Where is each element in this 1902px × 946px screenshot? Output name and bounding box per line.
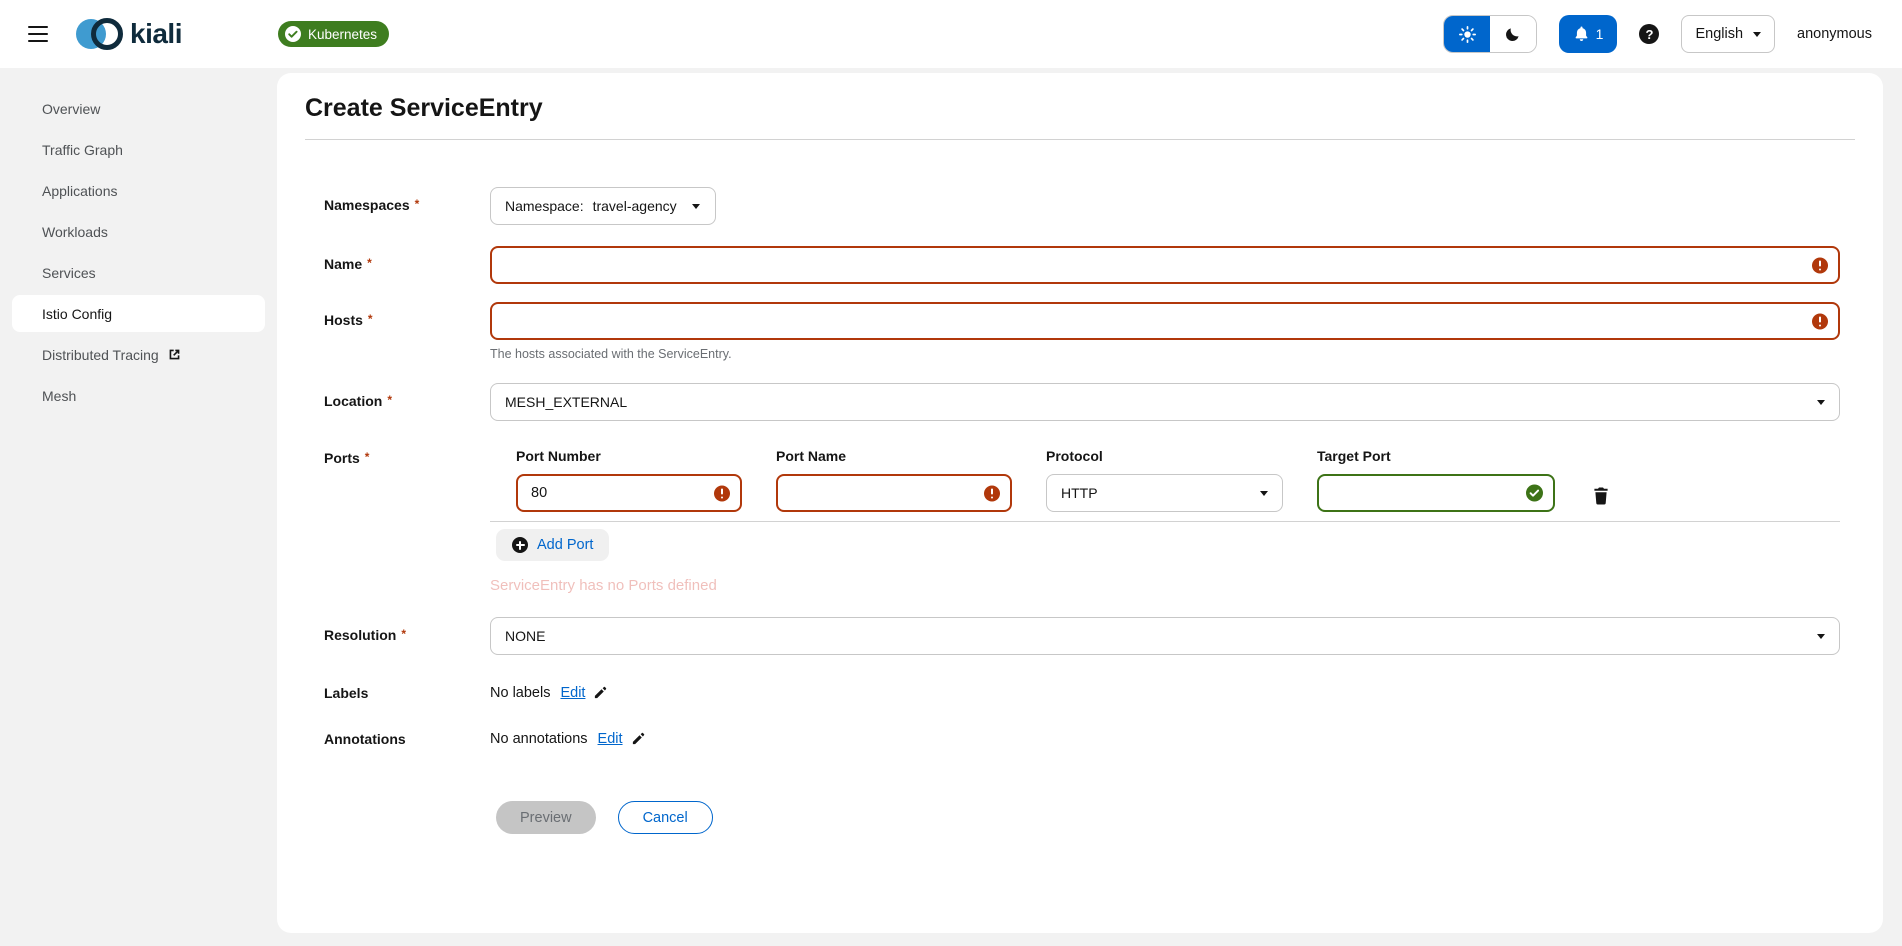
preview-button[interactable]: Preview bbox=[496, 801, 596, 834]
add-port-button[interactable]: Add Port bbox=[496, 529, 609, 561]
sidebar-item-mesh[interactable]: Mesh bbox=[12, 377, 265, 414]
ports-divider bbox=[490, 521, 1840, 522]
hamburger-menu-icon[interactable] bbox=[28, 26, 48, 42]
port-name-header: Port Name bbox=[776, 448, 1012, 464]
required-marker: * bbox=[367, 256, 372, 270]
sidebar-nav: Overview Traffic Graph Applications Work… bbox=[0, 68, 277, 946]
username: anonymous bbox=[1797, 26, 1872, 42]
required-marker: * bbox=[365, 450, 370, 464]
ports-empty-message: ServiceEntry has no Ports defined bbox=[490, 577, 1840, 594]
title-divider bbox=[305, 139, 1855, 140]
hosts-helper-text: The hosts associated with the ServiceEnt… bbox=[490, 347, 1840, 361]
resolution-select[interactable]: NONE bbox=[490, 617, 1840, 655]
caret-down-icon bbox=[1817, 634, 1825, 639]
dark-theme-button[interactable] bbox=[1490, 16, 1536, 52]
annotations-edit-link[interactable]: Edit bbox=[598, 731, 623, 747]
sidebar-item-distributed-tracing[interactable]: Distributed Tracing bbox=[12, 336, 265, 373]
ports-label: Ports* bbox=[324, 448, 490, 594]
labels-value: No labels bbox=[490, 685, 550, 701]
target-port-header: Target Port bbox=[1317, 448, 1555, 464]
name-label: Name* bbox=[324, 246, 490, 284]
notification-count: 1 bbox=[1596, 26, 1604, 42]
language-label: English bbox=[1695, 26, 1743, 42]
caret-down-icon bbox=[1817, 400, 1825, 405]
sidebar-item-applications[interactable]: Applications bbox=[12, 172, 265, 209]
namespaces-label: Namespaces* bbox=[324, 187, 490, 225]
external-link-icon bbox=[168, 348, 181, 361]
light-theme-button[interactable] bbox=[1444, 16, 1490, 52]
namespace-prefix: Namespace: bbox=[505, 198, 584, 214]
pencil-icon bbox=[593, 685, 608, 700]
sidebar-item-services[interactable]: Services bbox=[12, 254, 265, 291]
check-circle-icon bbox=[285, 26, 301, 42]
exclamation-circle-icon bbox=[1811, 313, 1828, 330]
location-select[interactable]: MESH_EXTERNAL bbox=[490, 383, 1840, 421]
sidebar-item-workloads[interactable]: Workloads bbox=[12, 213, 265, 250]
required-marker: * bbox=[401, 627, 406, 641]
target-port-input[interactable] bbox=[1317, 474, 1555, 512]
cancel-button[interactable]: Cancel bbox=[618, 801, 713, 834]
resolution-value: NONE bbox=[505, 628, 545, 644]
create-serviceentry-card: Create ServiceEntry Namespaces* Namespac… bbox=[277, 73, 1883, 933]
hosts-label: Hosts* bbox=[324, 302, 490, 361]
name-input[interactable] bbox=[490, 246, 1840, 284]
location-label: Location* bbox=[324, 383, 490, 421]
notifications-button[interactable]: 1 bbox=[1559, 15, 1617, 53]
bell-icon bbox=[1574, 26, 1589, 42]
labels-label: Labels bbox=[324, 684, 490, 701]
annotations-value: No annotations bbox=[490, 731, 588, 747]
required-marker: * bbox=[387, 393, 392, 407]
trash-icon bbox=[1593, 487, 1609, 505]
namespace-value: travel-agency bbox=[593, 198, 677, 214]
sidebar-item-traffic-graph[interactable]: Traffic Graph bbox=[12, 131, 265, 168]
plus-circle-icon bbox=[512, 537, 528, 553]
caret-down-icon bbox=[1260, 491, 1268, 496]
caret-down-icon bbox=[692, 204, 700, 209]
cluster-status-badge[interactable]: Kubernetes bbox=[278, 21, 389, 47]
exclamation-circle-icon bbox=[713, 485, 730, 502]
language-selector[interactable]: English bbox=[1681, 15, 1775, 53]
protocol-select[interactable]: HTTP bbox=[1046, 474, 1283, 512]
kiali-logo-mark bbox=[76, 16, 124, 52]
labels-edit-link[interactable]: Edit bbox=[560, 685, 585, 701]
protocol-value: HTTP bbox=[1061, 485, 1098, 501]
ports-table: Port Number Port Name Protocol Target Po… bbox=[516, 448, 1840, 512]
hosts-input[interactable] bbox=[490, 302, 1840, 340]
caret-down-icon bbox=[1753, 32, 1761, 37]
app-header: kiali Kubernetes 1 ? English anonymous bbox=[0, 0, 1902, 68]
resolution-label: Resolution* bbox=[324, 617, 490, 655]
sun-icon bbox=[1459, 26, 1476, 43]
port-number-input[interactable] bbox=[516, 474, 742, 512]
cluster-badge-label: Kubernetes bbox=[308, 27, 377, 42]
sidebar-item-istio-config[interactable]: Istio Config bbox=[12, 295, 265, 332]
exclamation-circle-icon bbox=[1811, 257, 1828, 274]
serviceentry-form: Namespaces* Namespace: travel-agency Nam… bbox=[305, 187, 1855, 834]
page-title: Create ServiceEntry bbox=[305, 94, 1855, 123]
theme-toggle bbox=[1443, 15, 1537, 53]
annotations-label: Annotations bbox=[324, 730, 490, 747]
location-value: MESH_EXTERNAL bbox=[505, 394, 627, 410]
port-name-input[interactable] bbox=[776, 474, 1012, 512]
brand-name: kiali bbox=[130, 18, 182, 50]
protocol-header: Protocol bbox=[1046, 448, 1283, 464]
pencil-icon bbox=[631, 731, 646, 746]
required-marker: * bbox=[415, 197, 420, 211]
check-circle-icon bbox=[1526, 485, 1543, 502]
required-marker: * bbox=[368, 312, 373, 326]
delete-port-button[interactable] bbox=[1589, 474, 1613, 512]
namespace-dropdown[interactable]: Namespace: travel-agency bbox=[490, 187, 716, 225]
moon-icon bbox=[1505, 26, 1521, 42]
port-number-header: Port Number bbox=[516, 448, 742, 464]
kiali-logo[interactable]: kiali bbox=[76, 16, 182, 52]
help-icon[interactable]: ? bbox=[1639, 24, 1659, 44]
sidebar-item-overview[interactable]: Overview bbox=[12, 90, 265, 127]
exclamation-circle-icon bbox=[983, 485, 1000, 502]
